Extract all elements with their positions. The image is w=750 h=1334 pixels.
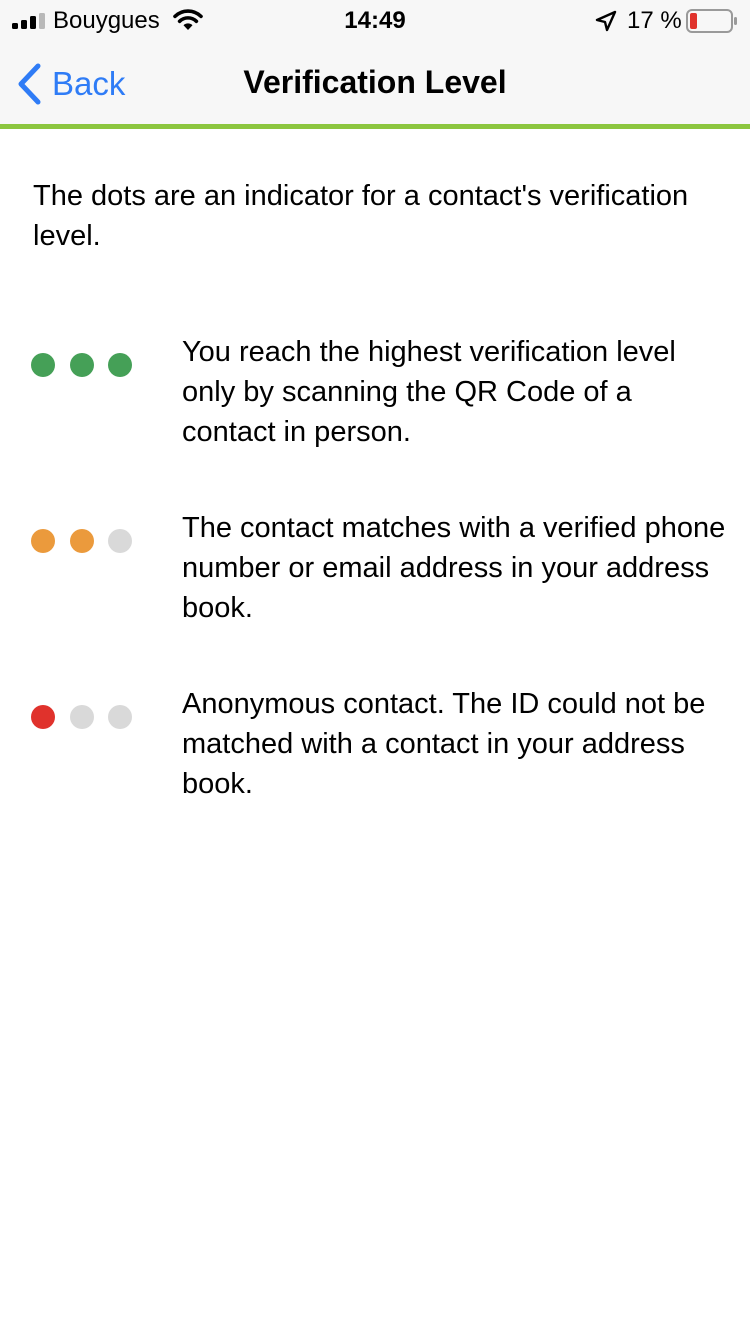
verification-dot [70,353,94,377]
verification-dot [31,529,55,553]
battery-icon [686,9,737,33]
verification-dots [31,529,135,555]
verification-dot [70,705,94,729]
verification-dot [108,705,132,729]
verification-dots [31,353,135,379]
intro-text: The dots are an indicator for a contact'… [33,180,689,252]
status-bar: Bouygues 14:49 17 % [0,0,750,40]
location-arrow-icon [595,10,617,32]
verification-dot [31,705,55,729]
battery-fill [690,13,697,29]
verification-dot [31,353,55,377]
navigation-bar: Back Verification Level [0,40,750,124]
verification-dot [108,529,132,553]
level-description: The contact matches with a verified phon… [182,512,726,624]
nav-accent-line [0,124,750,129]
page-title: Verification Level [243,64,507,100]
verification-dot [108,353,132,377]
battery-percentage: 17 % [627,7,682,34]
verification-dots [31,705,135,731]
level-description: You reach the highest verification level… [182,336,676,448]
level-description: Anonymous contact. The ID could not be m… [182,688,706,800]
verification-dot [70,529,94,553]
